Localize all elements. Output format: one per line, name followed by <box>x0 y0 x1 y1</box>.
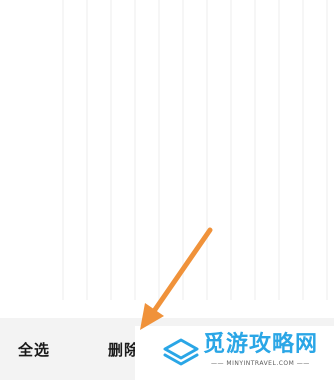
watermark: 觅游攻略网 —— MINYINTRAVEL.COM —— <box>135 326 334 380</box>
watermark-title: 觅游攻略网 <box>203 332 319 357</box>
blank-list-background <box>40 0 330 300</box>
watermark-subtitle: —— MINYINTRAVEL.COM —— <box>211 360 310 367</box>
watermark-logo-icon <box>163 338 199 366</box>
list-content-area <box>0 0 334 318</box>
select-all-button[interactable]: 全选 <box>18 341 50 359</box>
